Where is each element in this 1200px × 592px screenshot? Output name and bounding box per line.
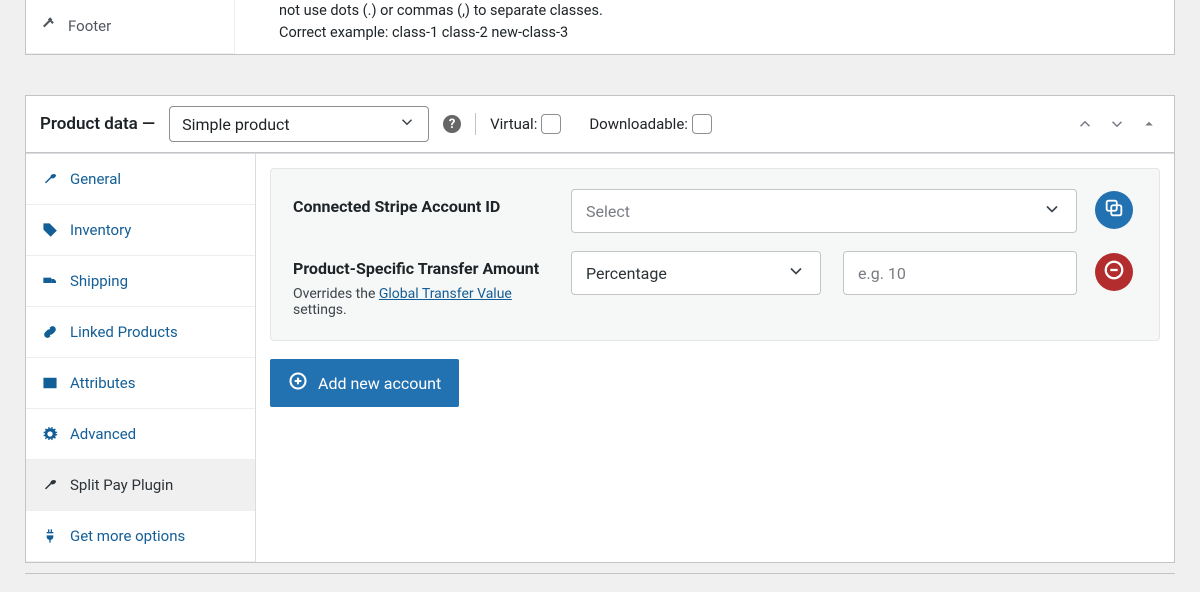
virtual-label: Virtual: xyxy=(490,115,537,133)
tab-general-label: General xyxy=(70,170,121,188)
virtual-option: Virtual: xyxy=(490,114,561,134)
stripe-account-row: Connected Stripe Account ID Select xyxy=(293,189,1137,233)
tab-attributes[interactable]: Attributes xyxy=(26,358,255,409)
tab-splitpay-label: Split Pay Plugin xyxy=(70,476,173,494)
transfer-type-select[interactable]: Percentage xyxy=(571,251,821,295)
tab-linked-products[interactable]: Linked Products xyxy=(26,307,255,358)
truck-icon xyxy=(42,273,58,289)
virtual-checkbox[interactable] xyxy=(541,114,561,134)
tab-shipping-label: Shipping xyxy=(70,272,128,290)
product-type-select[interactable]: Simple product xyxy=(169,106,429,142)
hammer-icon xyxy=(40,15,58,37)
plug-icon xyxy=(42,528,58,544)
tab-shipping[interactable]: Shipping xyxy=(26,256,255,307)
footer-tab-description: not use dots (.) or commas (,) to separa… xyxy=(235,0,1174,54)
chevron-down-icon xyxy=(398,113,416,135)
tab-getmore-label: Get more options xyxy=(70,527,185,545)
add-new-account-label: Add new account xyxy=(318,374,441,393)
transfer-value-placeholder: e.g. 10 xyxy=(858,264,906,283)
bottom-border xyxy=(25,573,1175,574)
tab-advanced-label: Advanced xyxy=(70,425,136,443)
stripe-account-placeholder: Select xyxy=(586,202,630,221)
downloadable-option: Downloadable: xyxy=(589,114,712,134)
chevron-down-icon xyxy=(1042,199,1062,223)
downloadable-checkbox[interactable] xyxy=(692,114,712,134)
tab-inventory[interactable]: Inventory xyxy=(26,205,255,256)
product-data-header: Product data — Simple product ? Virtual:… xyxy=(26,96,1174,153)
product-data-title: Product data — xyxy=(40,114,155,134)
layout-tabs-panel: Footer not use dots (.) or commas (,) to… xyxy=(25,0,1175,55)
toggle-panel-button[interactable] xyxy=(1138,113,1160,135)
tab-split-pay-plugin[interactable]: Split Pay Plugin xyxy=(26,460,255,511)
tag-icon xyxy=(42,222,58,238)
separator xyxy=(475,113,476,135)
add-new-account-button[interactable]: Add new account xyxy=(270,359,459,407)
product-type-selected: Simple product xyxy=(182,115,290,134)
tab-advanced[interactable]: Advanced xyxy=(26,409,255,460)
duplicate-account-button[interactable] xyxy=(1095,191,1133,229)
downloadable-label: Downloadable: xyxy=(589,115,688,133)
transfer-help-prefix: Overrides the xyxy=(293,286,379,302)
transfer-fields: Percentage e.g. 10 xyxy=(571,251,1077,295)
help-icon[interactable]: ? xyxy=(443,115,461,133)
plus-circle-icon xyxy=(288,371,308,395)
footer-tab-label: Footer xyxy=(68,17,111,35)
tab-get-more-options[interactable]: Get more options xyxy=(26,511,255,562)
product-data-tabs: General Inventory Shipping Linked Produc… xyxy=(26,154,256,562)
stripe-account-select[interactable]: Select xyxy=(571,189,1077,233)
gear-icon xyxy=(42,426,58,442)
copy-icon xyxy=(1103,197,1125,223)
transfer-amount-help: Overrides the Global Transfer Value sett… xyxy=(293,286,553,318)
stripe-account-label: Connected Stripe Account ID xyxy=(293,189,553,216)
wrench-icon xyxy=(42,171,58,187)
transfer-value-input[interactable]: e.g. 10 xyxy=(843,251,1077,295)
minus-circle-icon xyxy=(1103,259,1125,285)
move-up-button[interactable] xyxy=(1074,113,1096,135)
wrench-icon xyxy=(42,477,58,493)
transfer-amount-label: Product-Specific Transfer Amount xyxy=(293,251,553,278)
transfer-amount-row: Product-Specific Transfer Amount Overrid… xyxy=(293,251,1137,318)
account-card: Connected Stripe Account ID Select Produ… xyxy=(270,168,1160,341)
footer-desc-line2: Correct example: class-1 class-2 new-cla… xyxy=(279,22,1130,44)
product-data-body: General Inventory Shipping Linked Produc… xyxy=(26,153,1174,562)
metabox-controls xyxy=(1074,113,1160,135)
layout-icon xyxy=(42,375,58,391)
split-pay-panel: Connected Stripe Account ID Select Produ… xyxy=(256,154,1174,562)
chevron-down-icon xyxy=(786,261,806,285)
global-transfer-value-link[interactable]: Global Transfer Value xyxy=(379,286,512,302)
tab-attributes-label: Attributes xyxy=(70,374,136,392)
product-data-metabox: Product data — Simple product ? Virtual:… xyxy=(25,95,1175,563)
link-icon xyxy=(42,324,58,340)
move-down-button[interactable] xyxy=(1106,113,1128,135)
transfer-help-suffix: settings. xyxy=(293,302,347,318)
transfer-type-selected: Percentage xyxy=(586,264,667,283)
footer-desc-line1: not use dots (.) or commas (,) to separa… xyxy=(279,0,1130,22)
tab-inventory-label: Inventory xyxy=(70,221,131,239)
tab-linked-label: Linked Products xyxy=(70,323,178,341)
remove-account-button[interactable] xyxy=(1095,253,1133,291)
footer-tab[interactable]: Footer xyxy=(26,0,235,54)
tab-general[interactable]: General xyxy=(26,154,255,205)
